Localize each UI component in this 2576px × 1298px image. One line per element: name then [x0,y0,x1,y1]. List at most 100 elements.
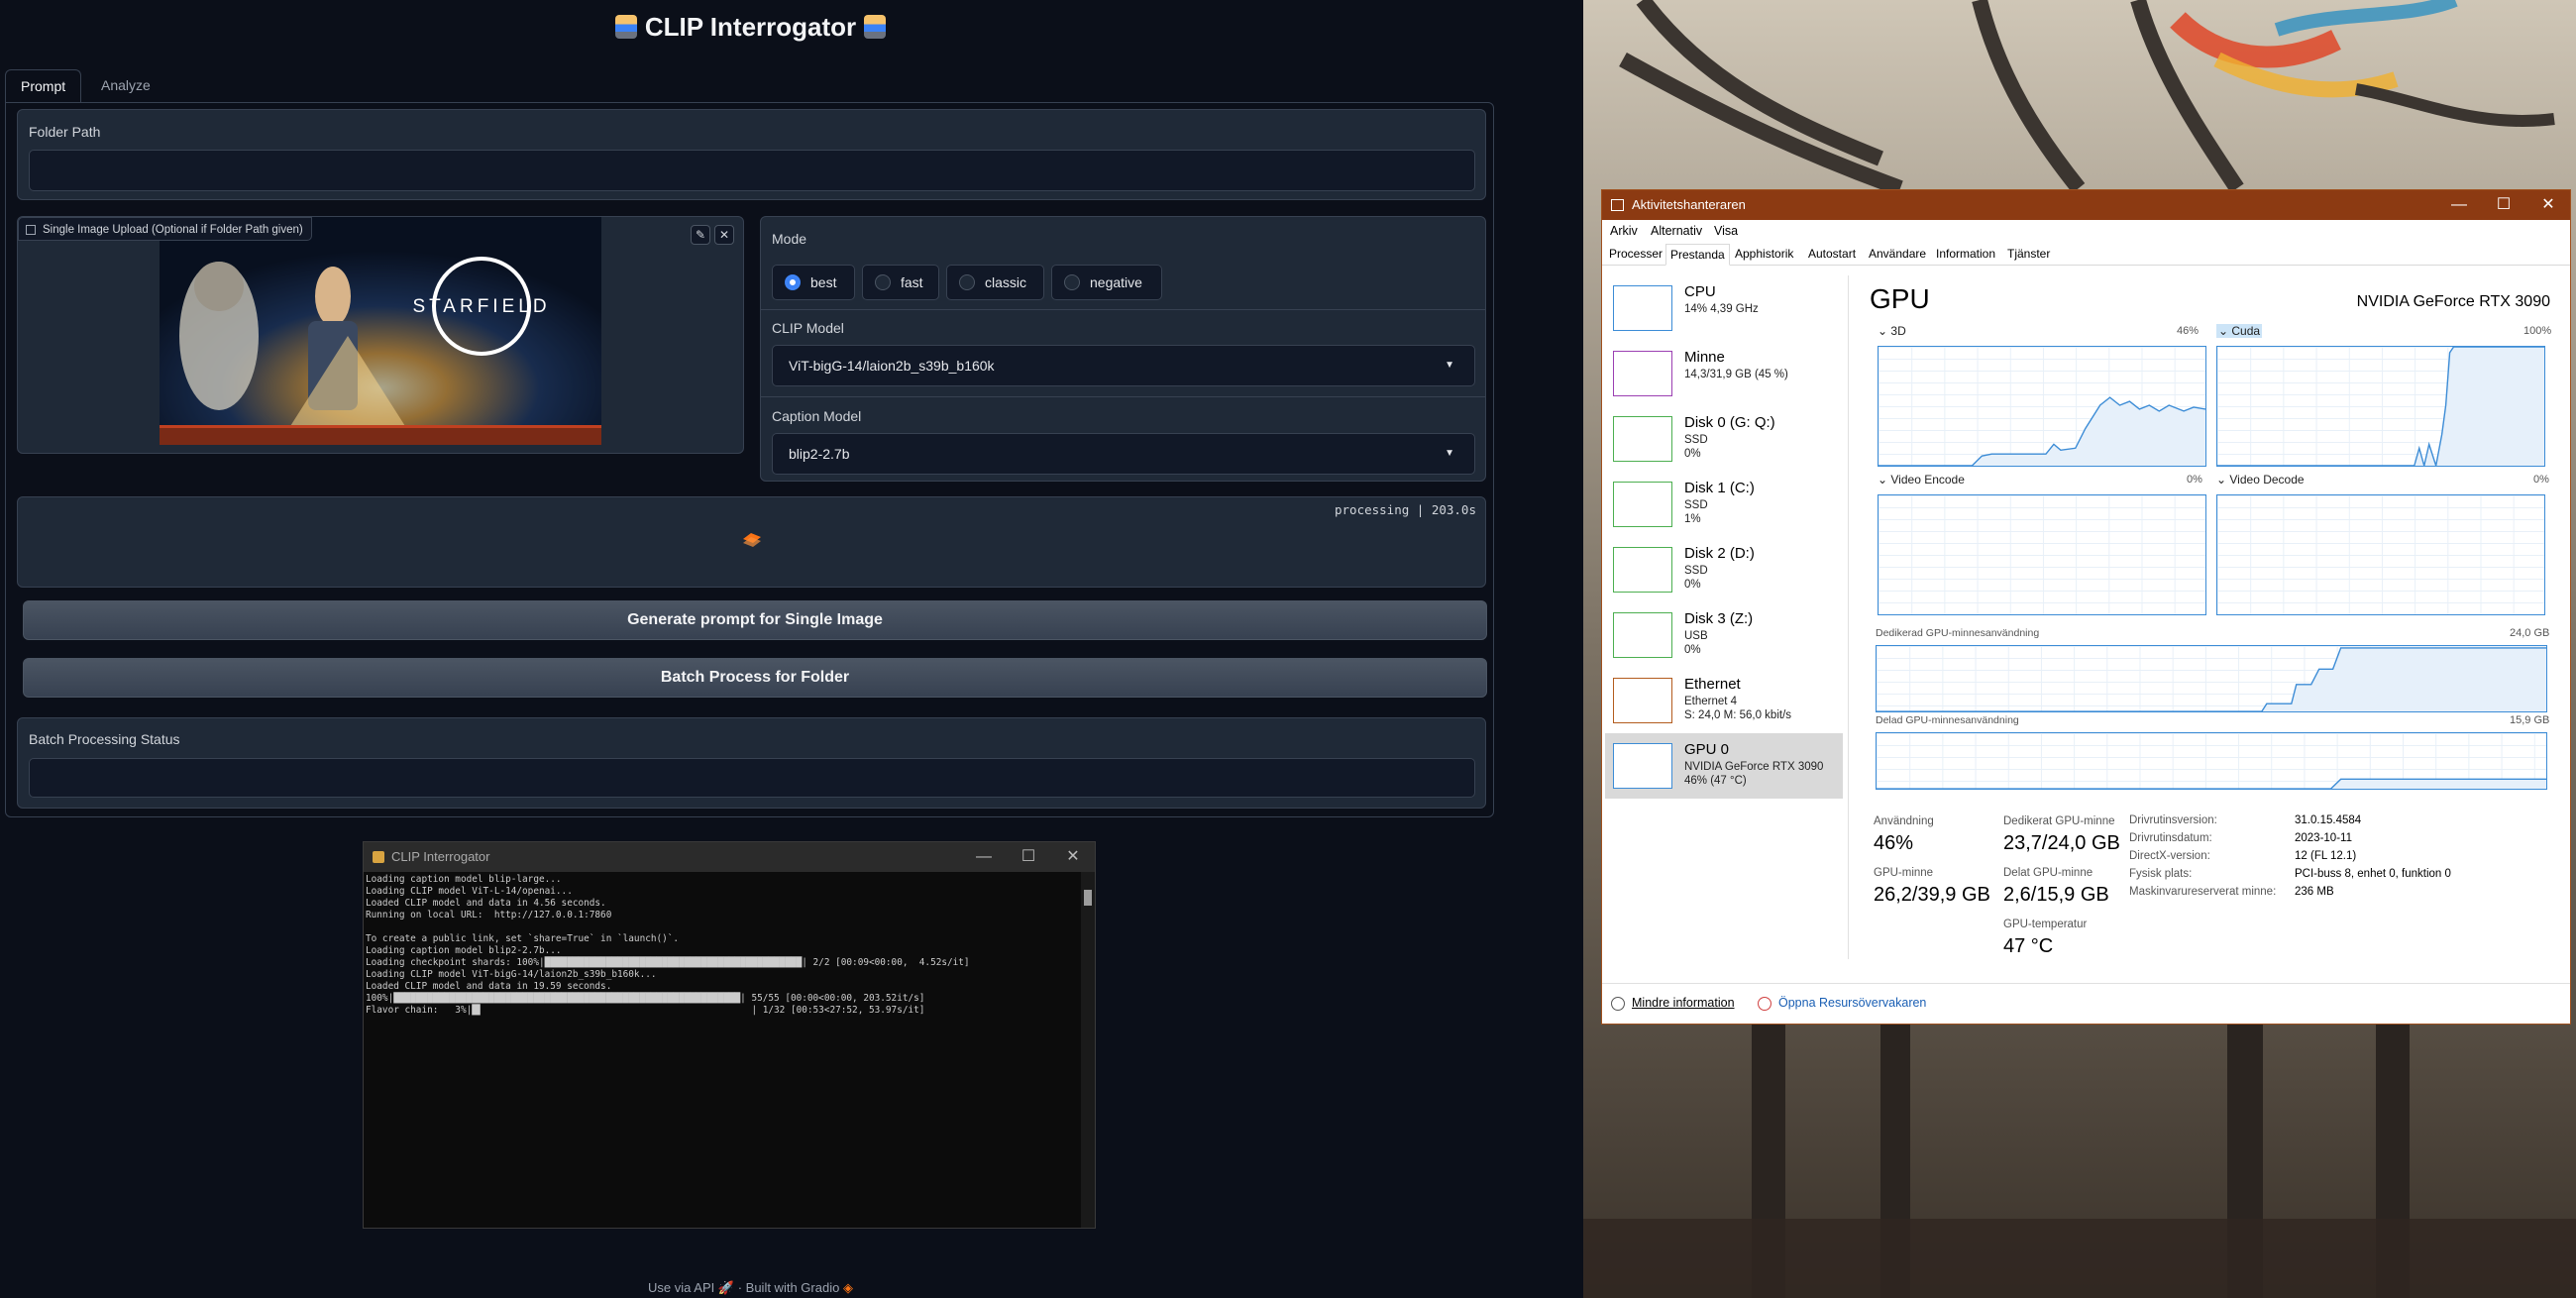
caption-model-select[interactable]: blip2-2.7b ▼ [772,433,1475,475]
clear-image-button[interactable]: ✕ [714,225,734,245]
sidebar-item-name: CPU [1684,283,1716,300]
engine-cuda-line [2217,347,2544,466]
image-upload-label: Single Image Upload (Optional if Folder … [18,217,312,241]
detective-emoji-icon [864,15,887,39]
close-icon[interactable]: ✕ [2526,190,2570,220]
mini-graph-icon [1613,612,1672,658]
info-key: Drivrutinsdatum: [2129,832,2212,844]
maximize-icon[interactable]: ☐ [1007,842,1050,872]
menu-visa[interactable]: Visa [1714,224,1738,238]
clip-model-value: ViT-bigG-14/laion2b_s39b_b160k [789,358,995,374]
mode-option-negative[interactable]: negative [1051,265,1162,300]
menu-alternativ[interactable]: Alternativ [1651,224,1702,238]
use-via-api-link[interactable]: Use via API [648,1280,714,1295]
uploaded-image-preview: STARFIELD [160,217,601,445]
menu-arkiv[interactable]: Arkiv [1610,224,1638,238]
engine-3d-label[interactable]: ⌄ 3D [1878,324,1906,338]
shared-memory-stat-label: Delat GPU-minne [2003,867,2093,879]
sidebar-item-ethernet[interactable]: Ethernet Ethernet 4 S: 24,0 M: 56,0 kbit/s [1605,668,1843,733]
batch-status-label: Batch Processing Status [29,731,180,747]
edit-image-button[interactable]: ✎ [691,225,710,245]
tab-information[interactable]: Information [1932,244,1999,266]
sidebar-item-name: Disk 3 (Z:) [1684,610,1754,627]
task-manager-tabs: Processer Prestanda Apphistorik Autostar… [1602,242,2570,266]
engine-video-encode-label[interactable]: ⌄ Video Encode [1878,473,1965,487]
engine-video-decode-percent: 0% [2533,474,2549,486]
sidebar-item-disk-1[interactable]: Disk 1 (C:) SSD 1% [1605,472,1843,537]
sidebar-item-cpu[interactable]: CPU 14% 4,39 GHz [1605,275,1843,341]
scrollbar-thumb[interactable] [1084,890,1092,906]
engine-video-decode-label[interactable]: ⌄ Video Decode [2216,473,2305,487]
batch-status-block: Batch Processing Status [17,717,1486,809]
sidebar-item-detail: USB [1684,630,1708,642]
mode-label: Mode [772,231,807,247]
footer-separator: · [737,1280,743,1295]
tab-tjanster[interactable]: Tjänster [2003,244,2054,266]
mode-option-fast[interactable]: fast [862,265,939,300]
sidebar-item-name: GPU 0 [1684,741,1730,758]
task-manager-titlebar[interactable]: Aktivitetshanteraren — ☐ ✕ [1602,190,2570,220]
sidebar-item-detail: 46% (47 °C) [1684,775,1747,787]
console-line: Running on local URL: http://127.0.0.1:7… [366,910,612,920]
gpu-memory-value: 26,2/39,9 GB [1874,884,1990,906]
image-upload-block[interactable]: STARFIELD Single Image Upload (Optional … [17,216,744,454]
gradio-app: CLIP Interrogator Prompt Analyze Folder … [0,0,1583,1298]
divider [761,309,1485,310]
tab-processer[interactable]: Processer [1605,244,1666,266]
sidebar-item-gpu[interactable]: GPU 0 NVIDIA GeForce RTX 3090 46% (47 °C) [1605,733,1843,799]
folder-path-input[interactable] [29,150,1475,191]
engine-video-decode-graph [2216,494,2545,615]
engine-cuda-label[interactable]: ⌄ Cuda [2216,324,2263,338]
sidebar-item-minne[interactable]: Minne 14,3/31,9 GB (45 %) [1605,341,1843,406]
dedicated-memory-stat-label: Dedikerat GPU-minne [2003,815,2115,827]
console-window[interactable]: CLIP Interrogator — ☐ ✕ Loading caption … [363,841,1096,1229]
fewer-details-link[interactable]: Mindre information [1632,996,1735,1010]
console-line: Loaded CLIP model and data in 4.56 secon… [366,898,606,909]
console-line: Loaded CLIP model and data in 19.59 seco… [366,981,612,992]
tab-prestanda[interactable]: Prestanda [1665,244,1730,266]
sidebar-item-disk-3[interactable]: Disk 3 (Z:) USB 0% [1605,602,1843,668]
tab-prompt[interactable]: Prompt [5,69,82,103]
caption-model-label: Caption Model [772,408,862,424]
info-key: Maskinvarureserverat minne: [2129,886,2277,898]
tab-apphistorik[interactable]: Apphistorik [1731,244,1797,266]
page-title: CLIP Interrogator [0,12,1501,43]
console-scrollbar[interactable] [1081,872,1095,1228]
sidebar-item-disk-0[interactable]: Disk 0 (G: Q:) SSD 0% [1605,406,1843,472]
shared-memory-label: Delad GPU-minnesanvändning [1876,714,2019,726]
shared-memory-stat-value: 2,6/15,9 GB [2003,884,2109,906]
gradio-logo-icon: ◈ [842,1280,853,1295]
maximize-icon[interactable]: ☐ [2482,190,2525,220]
mode-option-classic[interactable]: classic [946,265,1044,300]
divider [1848,275,1849,959]
batch-process-button[interactable]: Batch Process for Folder [23,658,1487,698]
sidebar-item-name: Minne [1684,349,1725,366]
console-titlebar[interactable]: CLIP Interrogator — ☐ ✕ [364,842,1095,872]
close-icon[interactable]: ✕ [1051,842,1095,872]
minimize-icon[interactable]: — [2437,190,2481,220]
sidebar-item-name: Disk 2 (D:) [1684,545,1755,562]
starfield-logo-text: STARFIELD [412,296,550,317]
sidebar-item-name: Disk 1 (C:) [1684,480,1755,496]
tab-analyze[interactable]: Analyze [86,69,165,103]
minimize-icon[interactable]: — [962,842,1006,872]
sidebar-item-disk-2[interactable]: Disk 2 (D:) SSD 0% [1605,537,1843,602]
chevron-up-icon[interactable] [1611,997,1625,1011]
task-manager-footer: Mindre information Öppna Resursövervakar… [1602,983,2570,1023]
sidebar-item-detail: SSD [1684,434,1708,446]
tab-autostart[interactable]: Autostart [1804,244,1860,266]
image-upload-label-text: Single Image Upload (Optional if Folder … [43,224,303,236]
generate-prompt-button[interactable]: Generate prompt for Single Image [23,600,1487,640]
console-line: Loading caption model blip-large... [366,874,562,885]
clip-model-select[interactable]: ViT-bigG-14/laion2b_s39b_b160k ▼ [772,345,1475,386]
dedicated-memory-label: Dedikerad GPU-minnesanvändning [1876,627,2040,639]
engine-3d-name: 3D [1890,324,1906,338]
options-block: Mode best fast classic negative CLIP Mod… [760,216,1486,482]
open-resource-monitor-link[interactable]: Öppna Resursövervakaren [1778,996,1926,1010]
tab-anvandare[interactable]: Användare [1865,244,1930,266]
console-line: Loading checkpoint shards: 100%|████████… [366,957,970,968]
built-with-gradio-link[interactable]: Built with Gradio [746,1280,840,1295]
mode-option-best[interactable]: best [772,265,855,300]
info-key: DirectX-version: [2129,850,2210,862]
task-manager-window[interactable]: Aktivitetshanteraren — ☐ ✕ Arkiv Alterna… [1601,189,2571,1025]
